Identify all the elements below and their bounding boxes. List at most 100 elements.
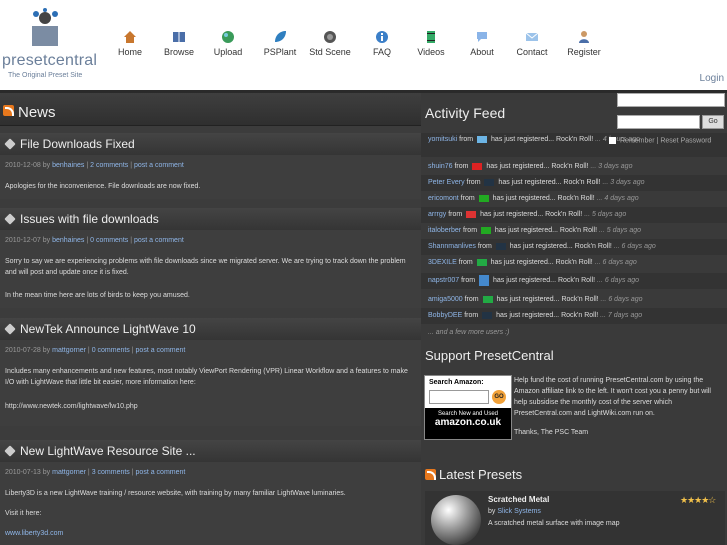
feed-time: ... 7 days ago: [600, 312, 643, 319]
feed-text: has just registered... Rock'n Roll!: [491, 136, 594, 143]
login-form: Go Remember | Reset Password: [609, 93, 727, 153]
feed-user-link[interactable]: arrrgy: [428, 211, 446, 218]
feed-time: ... 5 days ago: [598, 227, 642, 234]
author-link[interactable]: mattgorner: [52, 347, 86, 354]
flag-icon: [479, 274, 490, 286]
reset-password-link[interactable]: Reset Password: [660, 137, 711, 144]
password-field[interactable]: [617, 115, 700, 129]
post-header: Issues with file downloads: [0, 208, 421, 230]
nav-contact[interactable]: Contact: [502, 30, 562, 57]
feed-user-link[interactable]: amiga5000: [428, 296, 463, 303]
feed-user-link[interactable]: Peter Every: [428, 179, 465, 186]
news-post: File Downloads Fixed 2010-12-08 by benha…: [0, 133, 421, 199]
post-link[interactable]: www.liberty3d.com: [5, 528, 417, 539]
author-link[interactable]: benhaines: [52, 162, 84, 169]
post-body: http://www.newtek.com/lightwave/lw10.php: [5, 403, 138, 410]
author-link[interactable]: mattgorner: [52, 469, 86, 476]
scene-icon: [324, 31, 336, 43]
feed-user-link[interactable]: Shannmanlives: [428, 243, 476, 250]
logo-text: presetcentral: [2, 52, 98, 69]
feed-user-link[interactable]: ericomont: [428, 195, 459, 202]
logo-tagline: The Original Preset Site: [8, 72, 83, 79]
site-logo[interactable]: presetcentral The Original Preset Site: [2, 8, 102, 79]
feed-time: ... 3 days ago: [602, 179, 645, 186]
latest-presets-title: Latest Presets: [439, 467, 523, 482]
feed-item: amiga5000 from has just registered... Ro…: [428, 295, 643, 303]
feed-user-link[interactable]: shuin76: [428, 163, 453, 170]
preset-name[interactable]: Scratched Metal: [488, 495, 549, 504]
post-header: NewTek Announce LightWave 10: [0, 318, 421, 340]
nav-std-scene[interactable]: Std Scene: [300, 30, 360, 57]
feed-item: arrrgy from has just registered... Rock'…: [421, 207, 727, 223]
post-title[interactable]: File Downloads Fixed: [20, 137, 135, 151]
post-comment-link[interactable]: post a comment: [134, 237, 184, 244]
post-title[interactable]: New LightWave Resource Site ...: [20, 444, 196, 458]
feed-text: has just registered... Rock'n Roll!: [492, 277, 596, 284]
preset-author-line: by Slick Systems: [488, 508, 541, 515]
feed-text: has just registered... Rock'n Roll!: [509, 243, 612, 250]
flag-icon: [478, 194, 489, 202]
username-field[interactable]: [617, 93, 725, 107]
rss-icon[interactable]: [3, 105, 14, 116]
feed-user-link[interactable]: napstr007: [428, 277, 459, 284]
feed-text: has just registered... Rock'n Roll!: [490, 259, 593, 266]
nav-upload[interactable]: Upload: [198, 30, 258, 57]
news-title: News: [18, 104, 56, 121]
author-link[interactable]: benhaines: [52, 237, 84, 244]
flag-icon: [477, 135, 488, 143]
flag-icon: [476, 258, 487, 266]
feed-user-link[interactable]: italoberber: [428, 227, 461, 234]
nav-label: Browse: [163, 47, 194, 57]
amazon-logo-text: amazon.co.uk: [434, 417, 502, 428]
leaf-icon: [275, 31, 286, 42]
nav-register[interactable]: Register: [554, 30, 614, 57]
flag-icon: [495, 242, 506, 250]
news-header: News: [0, 93, 421, 126]
post-comment-link[interactable]: post a comment: [136, 347, 186, 354]
preset-thumbnail[interactable]: [431, 495, 481, 545]
preset-card[interactable]: Scratched Metal by Slick Systems A scrat…: [425, 491, 725, 545]
post-comment-link[interactable]: post a comment: [136, 469, 186, 476]
comments-link[interactable]: 0 comments: [92, 347, 130, 354]
amazon-go-button[interactable]: GO: [492, 390, 506, 404]
support-paragraph: Help fund the cost of running PresetCent…: [514, 377, 711, 417]
info-icon: [376, 31, 388, 43]
remember-label: Remember: [620, 137, 655, 145]
support-thanks: Thanks, The PSC Team: [514, 429, 589, 436]
post-meta: 2010-07-28 by mattgorner | 0 comments | …: [5, 347, 186, 354]
post-title[interactable]: NewTek Announce LightWave 10: [20, 322, 196, 336]
feed-item: 3DEXILE from has just registered... Rock…: [428, 258, 637, 266]
post-header: File Downloads Fixed: [0, 133, 421, 155]
feed-time: ... 4 days ago: [596, 195, 639, 202]
nav-label: FAQ: [372, 47, 391, 57]
login-link[interactable]: Login: [700, 73, 724, 84]
amazon-search-input[interactable]: [429, 390, 489, 404]
feed-time: ... 6 days ago: [597, 277, 640, 284]
feed-more: ... and a few more users :): [421, 325, 727, 341]
film-icon: [427, 31, 435, 43]
preset-author-link[interactable]: Slick Systems: [497, 508, 541, 515]
comments-link[interactable]: 2 comments: [90, 162, 128, 169]
amazon-banner[interactable]: Search New and Used amazon.co.uk: [425, 408, 511, 439]
nav-label: Contact: [516, 47, 548, 57]
rss-icon[interactable]: [425, 469, 436, 480]
feed-user-link[interactable]: 3DEXILE: [428, 259, 457, 266]
feed-user-link[interactable]: yomitsuki: [428, 136, 457, 143]
login-go-button[interactable]: Go: [702, 115, 724, 129]
remember-checkbox[interactable]: [609, 137, 616, 144]
post-title[interactable]: Issues with file downloads: [20, 212, 159, 226]
post-meta: 2010-12-07 by benhaines | 0 comments | p…: [5, 237, 184, 244]
post-body: Includes many enhancements and new featu…: [5, 368, 408, 386]
post-comment-link[interactable]: post a comment: [134, 162, 184, 169]
feed-item: ericomont from has just registered... Ro…: [428, 194, 639, 202]
post-meta: 2010-12-08 by benhaines | 2 comments | p…: [5, 162, 184, 169]
feed-user-link[interactable]: BobbyDEE: [428, 312, 462, 319]
feed-item: Peter Every from has just registered... …: [421, 175, 727, 191]
nav-label: Home: [117, 47, 142, 57]
post-body: Apologies for the inconvenience. File do…: [5, 183, 201, 190]
post-date: 2010-12-07: [5, 237, 41, 244]
comments-link[interactable]: 0 comments: [90, 237, 128, 244]
mail-icon: [525, 32, 539, 41]
post-body: Sorry to say we are experiencing problem…: [5, 258, 406, 276]
comments-link[interactable]: 3 comments: [92, 469, 130, 476]
